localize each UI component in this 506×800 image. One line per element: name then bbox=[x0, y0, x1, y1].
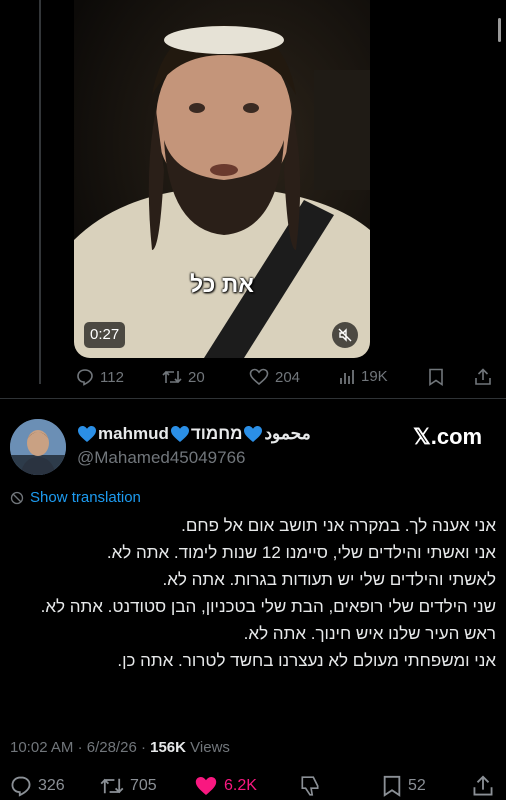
show-translation-link[interactable]: Show translation bbox=[10, 489, 141, 506]
bookmark-button[interactable]: 52 bbox=[382, 775, 426, 797]
display-name-latin: mahmud bbox=[98, 424, 169, 443]
video-player[interactable]: את כל 0:27 bbox=[74, 0, 370, 358]
share-icon bbox=[475, 368, 491, 385]
reply-button[interactable]: 326 bbox=[10, 775, 65, 797]
views-icon bbox=[340, 369, 354, 384]
like-filled-icon bbox=[195, 777, 217, 795]
thumbs-down-icon bbox=[301, 776, 319, 796]
like-count: 6.2K bbox=[224, 777, 257, 794]
tweet-body: אני אענה לך. במקרה אני תושב אום אל פחם. … bbox=[8, 512, 496, 674]
tweet-body-line: אני ומשפחתי מעולם לא נעצרנו בחשד לטרור. … bbox=[117, 651, 496, 670]
parent-repost-count: 20 bbox=[188, 368, 205, 386]
repost-count: 705 bbox=[130, 777, 157, 794]
speaker-muted-icon bbox=[338, 328, 352, 342]
thread-connector-line bbox=[39, 0, 41, 384]
bookmark-count: 52 bbox=[408, 777, 426, 794]
show-translation-label: Show translation bbox=[30, 489, 141, 506]
mute-button[interactable] bbox=[332, 322, 358, 348]
parent-repost-button[interactable]: 20 bbox=[162, 368, 205, 386]
blue-heart-icon bbox=[244, 426, 263, 442]
meta-separator: · bbox=[77, 739, 83, 756]
reply-count: 326 bbox=[38, 777, 65, 794]
reply-icon bbox=[77, 369, 93, 386]
tweet-body-line: אני ואשתי והילדים שלי, סיימנו 12 שנות לי… bbox=[106, 543, 496, 562]
globe-icon bbox=[10, 491, 24, 504]
parent-like-count: 204 bbox=[275, 368, 301, 386]
share-button[interactable] bbox=[472, 775, 494, 797]
bookmark-icon bbox=[429, 368, 443, 386]
tweet-body-line: לאשתי והילדים שלי יש תעודות בגרות. אתה ל… bbox=[162, 570, 497, 589]
parent-like-button[interactable]: 204 bbox=[249, 368, 300, 386]
video-duration: 0:27 bbox=[84, 322, 126, 348]
display-name[interactable]: mahmud מחמוד محمود bbox=[77, 424, 311, 444]
parent-views-button[interactable]: 19K bbox=[339, 368, 388, 385]
repost-icon bbox=[100, 778, 124, 794]
tweet-body-line: שני הילדים שלי רופאים, הבת שלי בטכניון, … bbox=[40, 597, 496, 616]
like-icon bbox=[249, 368, 269, 386]
repost-icon bbox=[162, 370, 182, 384]
tweet-date[interactable]: 6/28/26 bbox=[87, 739, 137, 756]
parent-reply-count: 112 bbox=[100, 368, 124, 386]
x-com-watermark: 𝕏.com bbox=[413, 424, 483, 449]
display-name-hebrew: מחמוד bbox=[190, 424, 243, 443]
repost-button[interactable]: 705 bbox=[100, 775, 157, 797]
tweet-time[interactable]: 10:02 AM bbox=[10, 739, 73, 756]
avatar-image bbox=[10, 419, 66, 475]
parent-share-button[interactable] bbox=[474, 368, 492, 386]
tweet-views-label: Views bbox=[190, 739, 230, 756]
scrollbar[interactable] bbox=[498, 18, 501, 42]
parent-post-stats: 112 20 204 19K bbox=[76, 368, 496, 390]
parent-reply-button[interactable]: 112 bbox=[76, 368, 124, 386]
meta-separator: · bbox=[140, 739, 146, 756]
like-button[interactable]: 6.2K bbox=[194, 775, 257, 797]
user-handle[interactable]: @Mahamed45049766 bbox=[77, 448, 246, 468]
parent-views-count: 19K bbox=[361, 368, 388, 385]
avatar[interactable] bbox=[10, 419, 66, 475]
tweet-body-line: אני אענה לך. במקרה אני תושב אום אל פחם. bbox=[181, 516, 496, 535]
blue-heart-icon bbox=[170, 426, 189, 442]
tweet-body-line: ראש העיר שלנו איש חינוך. אתה לא. bbox=[243, 624, 496, 643]
share-icon bbox=[473, 775, 493, 796]
dislike-button[interactable] bbox=[300, 775, 320, 797]
video-caption: את כל bbox=[189, 271, 254, 297]
tweet-meta: 10:02 AM · 6/28/26 · 156K Views bbox=[10, 739, 230, 756]
blue-heart-icon bbox=[78, 426, 96, 442]
parent-bookmark-button[interactable] bbox=[428, 368, 444, 386]
tweet-action-bar: 326 705 6.2K 52 bbox=[0, 775, 506, 800]
divider bbox=[0, 398, 506, 399]
bookmark-icon bbox=[383, 775, 401, 797]
tweet-views-count: 156K bbox=[150, 739, 186, 756]
video-frame bbox=[74, 0, 370, 358]
reply-icon bbox=[11, 776, 31, 797]
display-name-arabic: محمود bbox=[264, 424, 311, 443]
